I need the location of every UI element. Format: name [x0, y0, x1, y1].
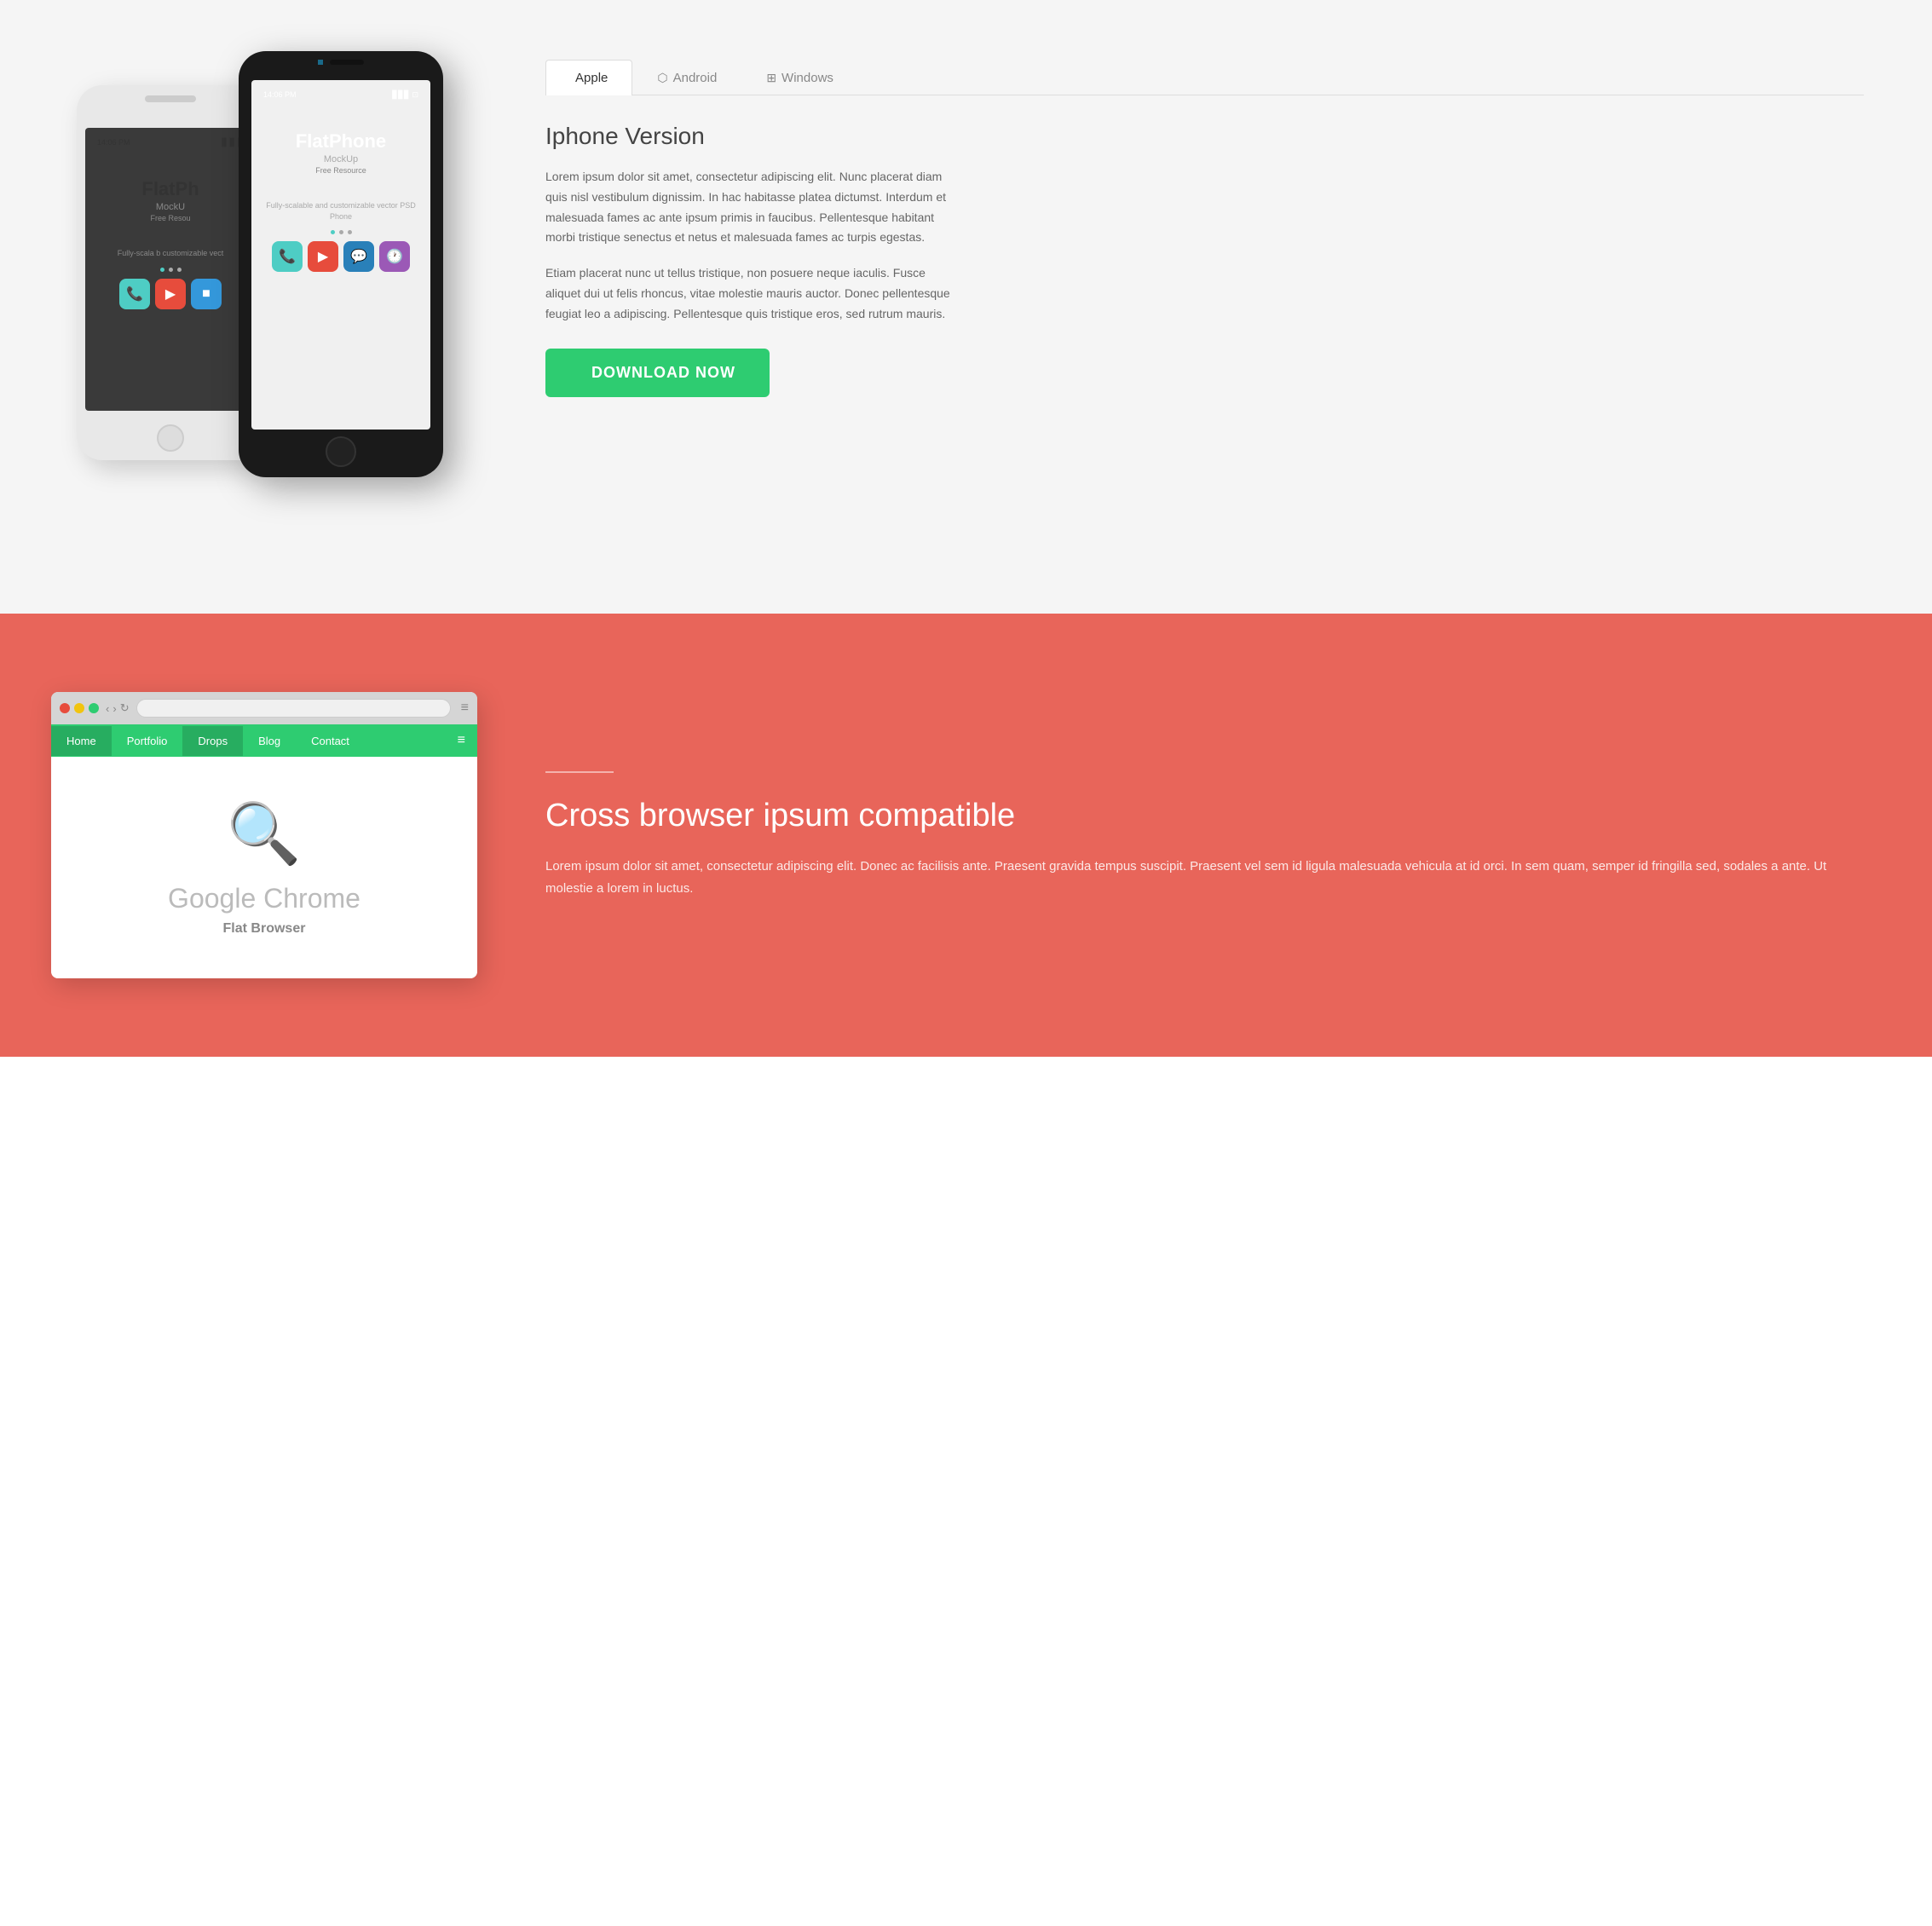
- tab-android-label: Android: [673, 71, 718, 85]
- tab-android[interactable]: ⬡ Android: [632, 60, 741, 95]
- white-home-button[interactable]: [157, 424, 184, 452]
- white-phone-appsub: MockU: [156, 202, 185, 212]
- app-icon-play: ▶: [155, 279, 186, 309]
- bnav-portfolio[interactable]: Portfolio: [112, 726, 183, 756]
- phone-black-mockup: 14:06 PM ▊▊▊ ⊡ FlatPhone MockUp Free Res…: [239, 51, 443, 477]
- black-phone-speaker: [330, 60, 364, 65]
- dot-1: [160, 268, 164, 272]
- back-arrow[interactable]: ‹: [106, 702, 109, 715]
- browser-app-title: Google Chrome: [168, 883, 360, 914]
- black-phone-screen: 14:06 PM ▊▊▊ ⊡ FlatPhone MockUp Free Res…: [251, 80, 430, 430]
- browser-navmenu: Home Portfolio Drops Blog Contact ≡: [51, 724, 477, 757]
- black-phone-appsub: MockUp: [324, 154, 358, 164]
- browser-nav-arrows: ‹ › ↻: [106, 701, 130, 715]
- tab-apple-label: Apple: [575, 71, 608, 85]
- browser-app-subtitle: Flat Browser: [223, 921, 306, 937]
- white-phone-icons: 📞 ▶ ■: [119, 279, 222, 309]
- tab-windows-label: Windows: [781, 71, 833, 85]
- black-home-button[interactable]: [326, 436, 356, 467]
- iphone-body-1: Lorem ipsum dolor sit amet, consectetur …: [545, 167, 954, 248]
- tab-windows[interactable]: ⊞ Windows: [741, 60, 858, 95]
- black-phone-camera: [318, 60, 323, 65]
- black-dot-2: [339, 230, 343, 234]
- iphone-version-title: Iphone Version: [545, 123, 1864, 150]
- right-panel: Apple ⬡ Android ⊞ Windows Iphone Version…: [494, 51, 1864, 397]
- browser-mockup: ‹ › ↻ ≡ Home Portfolio Drops Blog Contac…: [51, 692, 477, 978]
- browser-toolbar: ‹ › ↻ ≡: [51, 692, 477, 724]
- tab-apple[interactable]: Apple: [545, 60, 632, 95]
- white-phone-applabel: Free Resou: [150, 214, 190, 222]
- bnav-hamburger-icon[interactable]: ≡: [446, 724, 477, 757]
- bnav-drops[interactable]: Drops: [182, 726, 243, 756]
- bnav-home[interactable]: Home: [51, 726, 112, 756]
- black-app-icon-play: ▶: [308, 241, 338, 272]
- bnav-contact[interactable]: Contact: [296, 726, 365, 756]
- bottom-text-area: Cross browser ipsum compatible Lorem ips…: [545, 771, 1864, 900]
- chrome-search-icon: 🔍: [227, 799, 301, 869]
- forward-arrow[interactable]: ›: [112, 702, 116, 715]
- phone-mockup-area: 14:06 PM ▊ ▊ ▊ FlatPh MockU Free Resou F…: [51, 51, 494, 562]
- platform-tabs: Apple ⬡ Android ⊞ Windows: [545, 60, 1864, 95]
- app-icon-phone: 📞: [119, 279, 150, 309]
- browser-minimize-dot[interactable]: [74, 703, 84, 713]
- bottom-heading: Cross browser ipsum compatible: [545, 797, 1864, 836]
- browser-menu-icon[interactable]: ≡: [461, 701, 469, 716]
- black-phone-signal: ▊▊▊ ⊡: [392, 90, 418, 100]
- browser-maximize-dot[interactable]: [89, 703, 99, 713]
- black-app-icon-phone: 📞: [272, 241, 303, 272]
- dot-3: [177, 268, 182, 272]
- download-button[interactable]: DOWNLOAD NOW: [545, 349, 770, 397]
- black-app-icon-chat: 💬: [343, 241, 374, 272]
- white-phone-dots: [160, 268, 182, 272]
- phone-white-mockup: 14:06 PM ▊ ▊ ▊ FlatPh MockU Free Resou F…: [77, 85, 264, 460]
- browser-close-dot[interactable]: [60, 703, 70, 713]
- bottom-body: Lorem ipsum dolor sit amet, consectetur …: [545, 856, 1864, 899]
- black-phone-desc: Fully-scalable and customizable vector P…: [258, 200, 424, 222]
- iphone-body-2: Etiam placerat nunc ut tellus tristique,…: [545, 263, 954, 324]
- black-phone-dots: [331, 230, 352, 234]
- bnav-blog[interactable]: Blog: [243, 726, 296, 756]
- android-icon: ⬡: [657, 71, 667, 85]
- bottom-divider: [545, 771, 614, 773]
- browser-section: ‹ › ↻ ≡ Home Portfolio Drops Blog Contac…: [0, 614, 1932, 1057]
- app-icon-extra: ■: [191, 279, 222, 309]
- browser-address-bar[interactable]: [136, 699, 451, 718]
- windows-icon: ⊞: [766, 71, 776, 85]
- black-dot-1: [331, 230, 335, 234]
- white-phone-desc: Fully-scala b customizable vect: [118, 248, 224, 259]
- browser-traffic-lights: [60, 703, 99, 713]
- black-phone-applabel: Free Resource: [315, 166, 366, 175]
- black-app-icon-clock: 🕐: [379, 241, 410, 272]
- black-dot-3: [348, 230, 352, 234]
- black-phone-appname: FlatPhone: [296, 130, 386, 153]
- white-phone-time: 14:06 PM: [97, 138, 130, 147]
- download-button-label: DOWNLOAD NOW: [591, 364, 735, 382]
- phone-section: 14:06 PM ▊ ▊ ▊ FlatPh MockU Free Resou F…: [0, 0, 1932, 614]
- browser-content-area: 🔍 Google Chrome Flat Browser: [51, 757, 477, 978]
- refresh-icon[interactable]: ↻: [120, 701, 130, 715]
- black-phone-icons: 📞 ▶ 💬 🕐: [272, 241, 410, 272]
- black-phone-time: 14:06 PM: [263, 90, 297, 100]
- white-phone-appname: FlatPh: [141, 178, 199, 200]
- dot-2: [169, 268, 173, 272]
